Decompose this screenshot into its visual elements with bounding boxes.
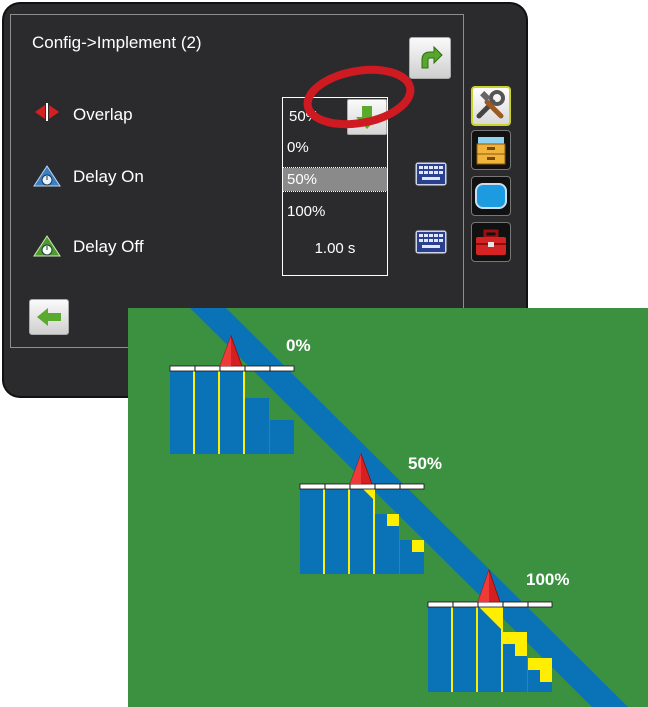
keyboard-icon[interactable] [414,229,448,255]
toolbox-tab-button[interactable] [471,222,511,262]
overlap-dropdown-list: 0% 50% 100% [282,136,388,228]
dropdown-toggle-button[interactable] [347,99,387,135]
back-button[interactable] [29,299,69,335]
file-cabinet-tab-button[interactable] [471,130,511,170]
tools-icon [476,90,505,119]
page-title: Config->Implement (2) [32,33,202,52]
display-icon [475,183,507,209]
overlap-diagram-graphic [169,308,628,707]
toolbox-icon [476,229,506,255]
arrow-right-curved-icon [421,45,443,69]
label-100-percent: 100% [526,570,570,589]
next-page-button[interactable] [409,37,451,79]
overlap-value: 50% [289,108,320,125]
overlap-icon [35,103,59,121]
file-cabinet-icon [476,137,506,165]
overlap-label: Overlap [73,105,133,124]
delay-on-icon [33,165,61,187]
tools-tab-button[interactable] [471,86,511,126]
config-panel: Config->Implement (2) Overlap 50% Delay … [10,14,464,348]
boom-group-0 [169,334,295,454]
delay-off-icon [33,235,61,257]
dropdown-option-50[interactable]: 50% [282,167,388,192]
dropdown-option-0[interactable]: 0% [283,136,387,159]
delay-off-label: Delay Off [73,237,144,256]
delay-off-field[interactable]: 1.00 s [282,227,388,276]
overlap-diagram: 0% 50% 100% [128,308,648,707]
label-50-percent: 50% [408,454,443,473]
arrow-down-icon [356,106,378,129]
label-0-percent: 0% [286,336,311,355]
keyboard-icon[interactable] [414,161,448,187]
delay-on-label: Delay On [73,167,144,186]
dropdown-option-100[interactable]: 100% [283,200,387,223]
display-tab-button[interactable] [471,176,511,216]
arrow-left-icon [37,308,61,326]
overlap-select[interactable]: 50% [282,97,388,137]
